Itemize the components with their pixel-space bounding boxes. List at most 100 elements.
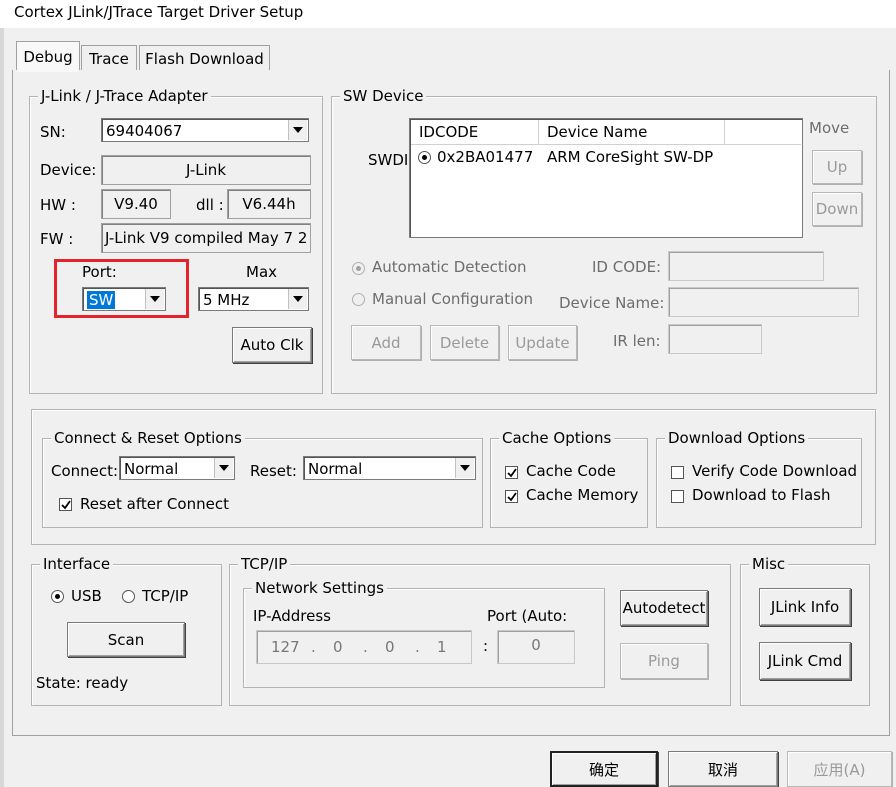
max-clock-value: 5 MHz	[203, 291, 250, 309]
apply-button[interactable]: 应用(A)	[787, 751, 892, 787]
reset-combo[interactable]: Normal	[303, 456, 476, 480]
jlink-cmd-button[interactable]: JLink Cmd	[759, 642, 851, 680]
list-header: IDCODE Device Name	[411, 120, 801, 145]
download-to-flash-label: Download to Flash	[692, 486, 831, 504]
reset-after-connect-label: Reset after Connect	[80, 495, 229, 513]
tcpip-label: TCP/IP	[142, 587, 189, 605]
autodetect-button[interactable]: Autodetect	[620, 590, 708, 626]
fw-field: J-Link V9 compiled May 7 2	[101, 223, 311, 253]
sn-combo[interactable]: 69404067	[101, 118, 309, 142]
background-edge	[0, 28, 4, 787]
sn-label: SN:	[40, 123, 66, 141]
connect-reset-group: Connect & Reset Options	[42, 429, 483, 528]
device-name-input[interactable]	[668, 287, 859, 317]
max-clock-combo[interactable]: 5 MHz	[198, 287, 309, 311]
add-button[interactable]: Add	[351, 325, 421, 360]
tcpip-radio[interactable]	[122, 590, 135, 603]
row-idcode: 0x2BA01477	[437, 148, 534, 166]
tab-trace[interactable]: Trace	[81, 45, 137, 72]
sw-device-list[interactable]: IDCODE Device Name 0x2BA01477 ARM CoreSi…	[409, 118, 803, 238]
reset-after-connect-checkbox[interactable]	[59, 498, 72, 511]
move-up-button[interactable]: Up	[812, 150, 862, 184]
ip-address-label: IP-Address	[253, 607, 331, 625]
download-options-group-title: Download Options	[665, 429, 809, 447]
id-code-input[interactable]	[668, 251, 824, 281]
hw-label: HW :	[40, 196, 76, 214]
verify-code-download-label: Verify Code Download	[692, 462, 858, 480]
device-field: J-Link	[101, 155, 311, 185]
column-idcode[interactable]: IDCODE	[411, 120, 539, 144]
connect-reset-group-title: Connect & Reset Options	[51, 429, 245, 447]
tab-flash-download[interactable]: Flash Download	[139, 45, 270, 72]
tcp-port-label: Port (Auto:	[487, 607, 568, 625]
ip-octet-4: 1	[437, 638, 447, 656]
ping-button[interactable]: Ping	[620, 643, 708, 679]
auto-clk-button[interactable]: Auto Clk	[232, 327, 312, 363]
port-separator: :	[483, 637, 489, 655]
cache-code-checkbox[interactable]	[505, 466, 518, 479]
cache-options-group-title: Cache Options	[499, 429, 615, 447]
download-to-flash-checkbox[interactable]	[671, 490, 684, 503]
update-button[interactable]: Update	[508, 325, 577, 360]
scan-button[interactable]: Scan	[67, 622, 185, 657]
dll-field: V6.44h	[227, 189, 311, 219]
device-label: Device:	[40, 161, 97, 179]
chevron-down-icon[interactable]	[214, 458, 233, 478]
move-label: Move	[809, 119, 850, 137]
delete-button[interactable]: Delete	[430, 325, 499, 360]
cache-options-group: Cache Options	[490, 429, 648, 528]
tab-debug[interactable]: Debug	[16, 41, 80, 72]
connect-value: Normal	[124, 460, 179, 478]
ip-octet-1: 127	[271, 638, 300, 656]
ir-len-label: IR len:	[613, 332, 661, 350]
reset-label: Reset:	[250, 462, 297, 480]
automatic-detection-label: Automatic Detection	[372, 258, 527, 276]
adapter-group-title: J-Link / J-Trace Adapter	[38, 87, 211, 105]
state-text: State: ready	[36, 674, 129, 692]
download-options-group: Download Options	[656, 429, 862, 528]
port-highlight-box	[54, 259, 189, 318]
cancel-button[interactable]: 取消	[668, 751, 778, 787]
sn-value: 69404067	[106, 122, 183, 140]
connect-combo[interactable]: Normal	[119, 456, 235, 480]
dll-label: dll :	[196, 196, 224, 214]
network-settings-title: Network Settings	[252, 579, 387, 597]
chevron-down-icon[interactable]	[288, 289, 307, 309]
window-title: Cortex JLink/JTrace Target Driver Setup	[14, 3, 304, 21]
automatic-detection-radio[interactable]	[352, 262, 365, 275]
usb-label: USB	[71, 587, 102, 605]
manual-configuration-radio[interactable]	[352, 293, 365, 306]
device-name-label: Device Name:	[559, 294, 665, 312]
cache-code-label: Cache Code	[526, 462, 616, 480]
title-bar: Cortex JLink/JTrace Target Driver Setup	[0, 0, 896, 28]
check-icon	[507, 468, 517, 478]
cache-memory-checkbox[interactable]	[505, 490, 518, 503]
manual-configuration-label: Manual Configuration	[372, 290, 534, 308]
tcp-port-input[interactable]: 0	[497, 630, 575, 664]
row-radio[interactable]	[418, 151, 431, 164]
list-item[interactable]: 0x2BA01477 ARM CoreSight SW-DP	[410, 145, 800, 169]
ok-button[interactable]: 确定	[550, 751, 658, 787]
reset-value: Normal	[308, 460, 363, 478]
connect-label: Connect:	[51, 462, 119, 480]
check-icon	[61, 500, 71, 510]
ip-address-input[interactable]: 127 . 0 . 0 . 1	[256, 630, 472, 664]
ir-len-input[interactable]	[668, 324, 762, 354]
cache-memory-label: Cache Memory	[526, 486, 639, 504]
move-down-button[interactable]: Down	[812, 192, 862, 226]
tcpip-group-title: TCP/IP	[238, 555, 291, 573]
row-device-name: ARM CoreSight SW-DP	[547, 148, 714, 166]
id-code-label: ID CODE:	[592, 258, 662, 276]
verify-code-download-checkbox[interactable]	[671, 466, 684, 479]
usb-radio[interactable]	[51, 590, 64, 603]
chevron-down-icon[interactable]	[455, 458, 474, 478]
chevron-down-icon[interactable]	[288, 120, 307, 140]
misc-group: Misc	[740, 555, 870, 706]
max-label: Max	[246, 263, 278, 281]
check-icon	[507, 492, 517, 502]
hw-field: V9.40	[101, 189, 171, 219]
column-device-name[interactable]: Device Name	[539, 120, 725, 144]
fw-label: FW :	[40, 230, 74, 248]
ip-octet-2: 0	[333, 638, 343, 656]
jlink-info-button[interactable]: JLink Info	[759, 588, 851, 626]
